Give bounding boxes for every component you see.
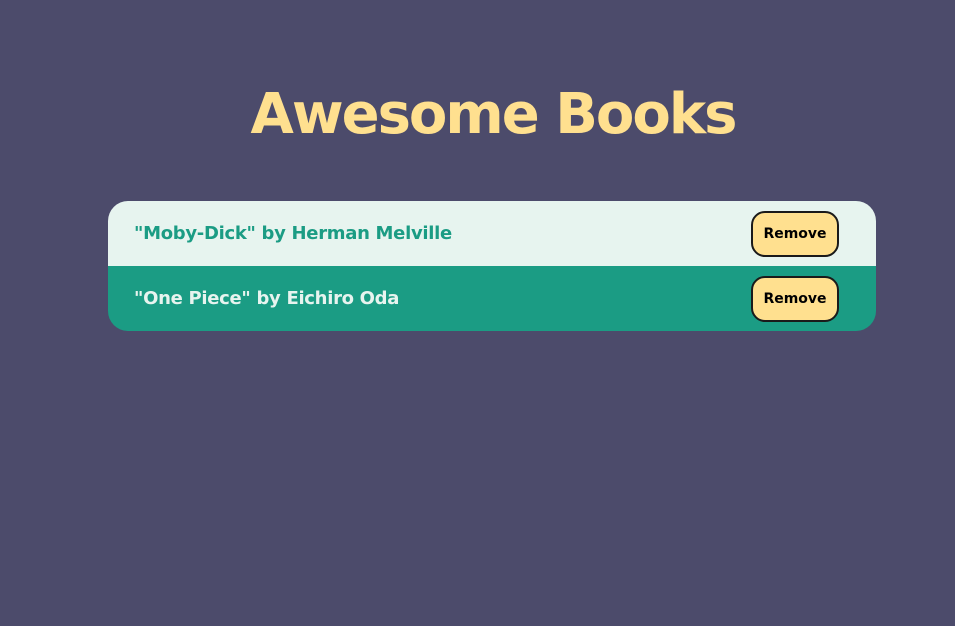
remove-button[interactable]: Remove <box>751 210 839 257</box>
book-title-author: "One Piece" by Eichiro Oda <box>134 288 400 309</box>
book-item: "Moby-Dick" by Herman Melville Remove <box>108 201 876 266</box>
book-title-author: "Moby-Dick" by Herman Melville <box>134 223 452 244</box>
book-item: "One Piece" by Eichiro Oda Remove <box>108 266 876 331</box>
page-title: Awesome Books <box>250 82 738 147</box>
remove-button[interactable]: Remove <box>751 275 839 322</box>
book-list: "Moby-Dick" by Herman Melville Remove "O… <box>108 201 876 331</box>
